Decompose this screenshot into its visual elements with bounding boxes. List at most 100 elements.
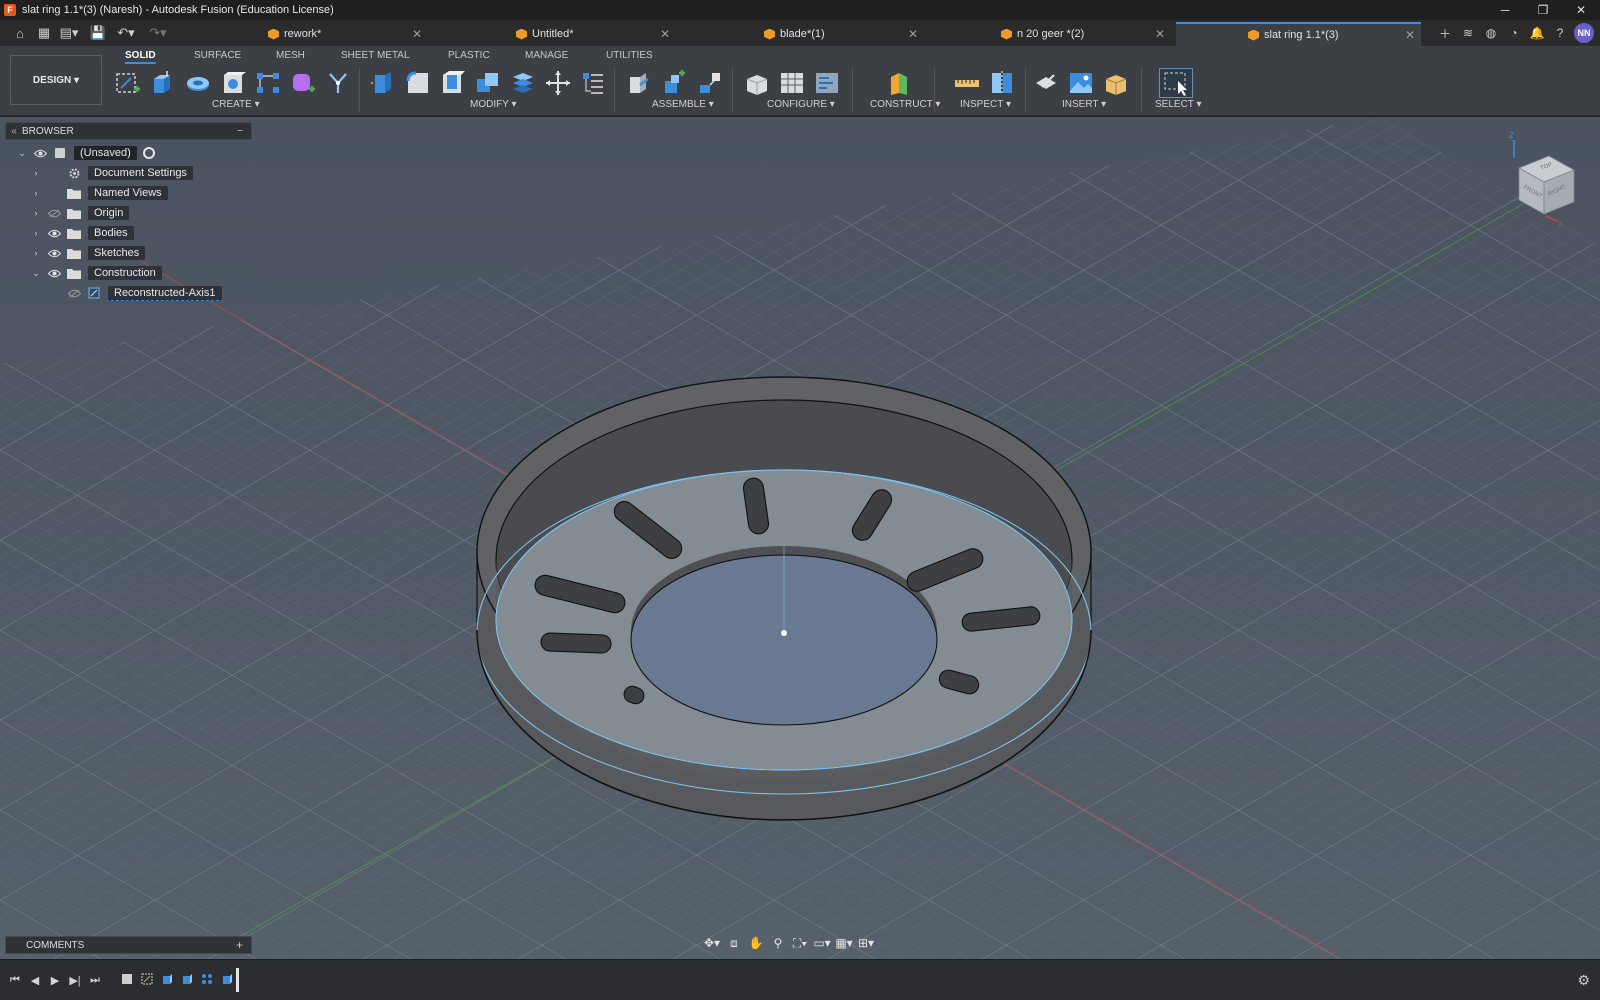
slat-ring-body[interactable]	[476, 376, 1092, 821]
3d-canvas[interactable]: TOP FRONT RIGHT Z X	[0, 117, 1600, 959]
viewports-icon[interactable]: ⊞▾	[856, 934, 876, 952]
timeline-settings-gear-icon[interactable]: ⚙	[1577, 972, 1590, 989]
new-tab-plus-icon[interactable]: ＋	[1436, 24, 1454, 42]
tab-slat-ring[interactable]: slat ring 1.1*(3) ✕	[1176, 22, 1421, 46]
select-group-label[interactable]: SELECT ▾	[1155, 99, 1202, 110]
chevron-down-icon[interactable]: ⌄	[30, 268, 42, 279]
hidden-eye-icon[interactable]	[66, 289, 82, 298]
close-window-button[interactable]: ✕	[1562, 0, 1600, 20]
workspace-switcher-button[interactable]: DESIGN ▾	[10, 55, 102, 105]
chevron-right-icon[interactable]: ›	[30, 228, 42, 238]
hole-icon[interactable]	[218, 68, 248, 98]
avatar[interactable]: NN	[1574, 23, 1594, 43]
comments-panel-header[interactable]: COMMENTS +	[5, 936, 252, 954]
canvas-image-icon[interactable]	[1066, 68, 1096, 98]
tab-plastic[interactable]: PLASTIC	[448, 48, 490, 64]
play-icon[interactable]: ▶	[48, 972, 62, 988]
configure-group-label[interactable]: CONFIGURE ▾	[767, 99, 835, 110]
combine-icon[interactable]	[473, 68, 503, 98]
new-component-icon[interactable]	[625, 68, 655, 98]
file-menu-icon[interactable]: ▤▾	[58, 23, 80, 43]
inspect-group-label[interactable]: INSPECT ▾	[960, 99, 1011, 110]
chevron-down-icon[interactable]: ⌄	[16, 148, 28, 159]
browser-root-node[interactable]: ⌄ (Unsaved)	[16, 144, 155, 162]
offset-face-icon[interactable]	[508, 68, 538, 98]
browser-item-sketches[interactable]: › Sketches	[30, 244, 146, 262]
parameters-table-icon[interactable]	[578, 68, 608, 98]
pan-hand-icon[interactable]: ✋	[746, 934, 766, 952]
modify-group-label[interactable]: MODIFY ▾	[470, 99, 517, 110]
browser-item-named-views[interactable]: › Named Views	[30, 184, 168, 202]
help-icon[interactable]: ?	[1551, 24, 1569, 42]
save-icon[interactable]: 💾	[88, 23, 108, 43]
window-select-icon[interactable]	[1159, 68, 1193, 98]
chevron-right-icon[interactable]: ›	[30, 168, 42, 178]
look-at-icon[interactable]: ⧈	[724, 934, 744, 952]
activate-radio-icon[interactable]	[142, 147, 155, 159]
online-status-icon[interactable]: ◍	[1482, 24, 1500, 42]
create-form-icon[interactable]	[288, 68, 318, 98]
visibility-eye-icon[interactable]	[32, 149, 48, 158]
move-copy-icon[interactable]	[543, 68, 573, 98]
data-panel-grid-icon[interactable]: ▦	[34, 23, 54, 43]
visibility-eye-icon[interactable]	[46, 249, 62, 258]
model-view[interactable]: TOP FRONT RIGHT Z X	[0, 117, 1600, 959]
tab-utilities[interactable]: UTILITIES	[606, 48, 653, 64]
fit-view-icon[interactable]: ⛶▾	[790, 934, 810, 952]
browser-item-bodies[interactable]: › Bodies	[30, 224, 134, 242]
go-to-start-icon[interactable]: ⏮	[8, 972, 22, 988]
browser-item-reconstructed-axis[interactable]: Reconstructed-Axis1	[50, 284, 222, 302]
browser-item-origin[interactable]: › Origin	[30, 204, 130, 222]
go-to-end-icon[interactable]: ⏭	[88, 972, 102, 988]
revolve-icon[interactable]	[183, 68, 213, 98]
close-tab-icon[interactable]: ✕	[908, 27, 918, 41]
tab-solid[interactable]: SOLID	[125, 48, 156, 64]
visibility-eye-icon[interactable]	[46, 269, 62, 278]
browser-item-document-settings[interactable]: › Document Settings	[30, 164, 193, 182]
timeline-marker[interactable]	[236, 968, 239, 992]
configure-box-icon[interactable]	[742, 68, 772, 98]
timeline-body-feature-icon[interactable]	[120, 972, 134, 986]
create-group-label[interactable]: CREATE ▾	[212, 99, 260, 110]
close-tab-icon[interactable]: ✕	[412, 27, 422, 41]
insert-group-label[interactable]: INSERT ▾	[1062, 99, 1106, 110]
timeline-extrude-feature-icon[interactable]	[220, 972, 234, 986]
restore-button[interactable]: ❐	[1524, 0, 1562, 20]
measure-icon[interactable]	[952, 68, 982, 98]
hidden-eye-icon[interactable]	[46, 209, 62, 218]
chevron-right-icon[interactable]: ›	[30, 248, 42, 258]
pattern-icon[interactable]	[253, 68, 283, 98]
shell-icon[interactable]	[438, 68, 468, 98]
construct-plane-icon[interactable]	[884, 68, 914, 98]
close-tab-icon[interactable]: ✕	[1155, 27, 1165, 41]
notifications-bell-icon[interactable]: 🔔	[1528, 24, 1546, 42]
minimize-button[interactable]: ─	[1486, 0, 1524, 20]
chevron-right-icon[interactable]: ›	[30, 208, 42, 218]
job-status-icon[interactable]: ◔	[1505, 24, 1523, 42]
interference-icon[interactable]	[987, 68, 1017, 98]
orbit-icon[interactable]: ✥▾	[702, 934, 722, 952]
add-comment-icon[interactable]: +	[236, 938, 243, 952]
step-forward-icon[interactable]: ▶|	[68, 972, 82, 988]
timeline-extrude-feature-icon[interactable]	[180, 972, 194, 986]
timeline-extrude-feature-icon[interactable]	[160, 972, 174, 986]
tab-untitled[interactable]: Untitled* ✕	[516, 22, 676, 46]
browser-item-construction[interactable]: ⌄ Construction	[30, 264, 162, 282]
derive-icon[interactable]	[323, 68, 353, 98]
tab-surface[interactable]: SURFACE	[194, 48, 241, 64]
grid-settings-icon[interactable]: ▦▾	[834, 934, 854, 952]
configuration-table-icon[interactable]	[777, 68, 807, 98]
press-pull-icon[interactable]	[368, 68, 398, 98]
undo-icon[interactable]: ↶▾	[114, 23, 138, 43]
configuration-rules-icon[interactable]	[812, 68, 842, 98]
chevron-right-icon[interactable]: ›	[30, 188, 42, 198]
visibility-eye-icon[interactable]	[46, 229, 62, 238]
zoom-icon[interactable]: ⚲	[768, 934, 788, 952]
timeline-pattern-feature-icon[interactable]	[200, 972, 214, 986]
minimize-panel-icon[interactable]: −	[237, 126, 243, 137]
extensions-icon[interactable]: ≋	[1459, 24, 1477, 42]
assemble-group-label[interactable]: ASSEMBLE ▾	[652, 99, 714, 110]
tab-manage[interactable]: MANAGE	[525, 48, 568, 64]
extrude-icon[interactable]	[147, 68, 177, 98]
display-settings-icon[interactable]: ▭▾	[812, 934, 832, 952]
